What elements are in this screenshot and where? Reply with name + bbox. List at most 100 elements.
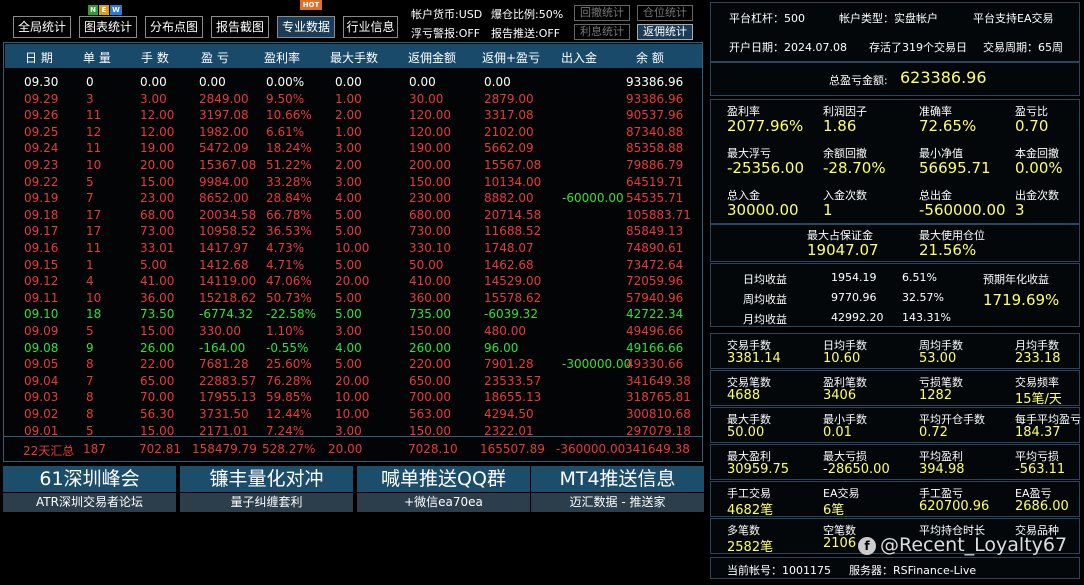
table-row[interactable]: 09.17 17 73.00 10958.52 36.53% 5.00 730.00 1168… <box>4 224 704 240</box>
margin-box: 最大占保证金 19047.07 最大使用仓位 21.56% <box>710 224 1080 262</box>
table-row[interactable]: 09.03 8 70.00 17955.13 59.85% 10.00 700.00 1865… <box>4 390 704 406</box>
table-cell: 11688.52 <box>484 224 542 239</box>
table-cell: 15578.62 <box>484 290 542 305</box>
table-cell: 1982.00 <box>199 124 249 139</box>
daily-avg-label: 日均收益 <box>743 273 787 286</box>
banner-summit[interactable]: 61深圳峰会 <box>3 466 176 492</box>
table-row[interactable]: 09.19 7 23.00 8652.00 28.84% 4.00 230.00 8882.0… <box>4 191 704 207</box>
table-row[interactable]: 09.12 4 41.00 14119.00 47.06% 20.00 410.00 1452… <box>4 274 704 290</box>
table-cell: 90537.96 <box>626 108 684 123</box>
table-cell: 8 <box>86 390 94 405</box>
table-row[interactable]: 09.26 11 12.00 3197.08 10.66% 2.00 120.00 3317.… <box>4 108 704 124</box>
table-cell: -60000.00 <box>562 191 624 206</box>
distribution-chart-button[interactable]: 分布点图 <box>145 16 203 38</box>
table-cell: 5 <box>86 324 94 338</box>
col-date[interactable]: 日 期 <box>25 49 53 66</box>
report-screenshot-button[interactable]: 报告截图 <box>211 16 269 38</box>
banner-summit-sub[interactable]: ATR深圳交易者论坛 <box>3 493 176 512</box>
metric-value: 2686.00 <box>1015 499 1069 514</box>
table-cell: 5.00 <box>335 290 362 305</box>
trade-stats-row: 最大盈利 30959.75 最大亏损 -28650.00 平均盈利 394.98 平均亏损 -… <box>710 444 1080 480</box>
trade-stats-row: 交易笔数 4688 盈利笔数 3406 亏损笔数 1282 交易频率 15笔/天 <box>710 370 1080 407</box>
table-cell: 41.00 <box>140 274 175 289</box>
table-cell: 7901.28 <box>484 357 534 372</box>
metric-value: 0.01 <box>823 425 852 440</box>
float-loss-alert: 浮亏警报:OFF <box>411 27 481 40</box>
industry-info-button[interactable]: 行业信息 <box>343 16 398 38</box>
table-cell: 09.12 <box>24 274 59 289</box>
banner-quant-hedge[interactable]: 镰丰量化对冲 <box>180 466 353 492</box>
table-row[interactable]: 09.08 9 26.00 -164.00 -0.55% 4.00 260.00 96.00 4… <box>4 341 704 357</box>
table-cell: 7681.28 <box>199 357 249 372</box>
metric-value: 30959.75 <box>727 462 790 477</box>
table-row[interactable]: 09.09 5 15.00 330.00 1.10% 3.00 150.00 480.00 49… <box>4 324 704 340</box>
table-cell: 14529.00 <box>484 274 542 289</box>
col-max-lots[interactable]: 最大手数 <box>330 49 378 66</box>
col-lots[interactable]: 手 数 <box>141 49 169 66</box>
table-cell: 9984.00 <box>199 174 249 189</box>
table-cell: 480.00 <box>484 324 526 338</box>
interest-stats-button[interactable]: 利息统计 <box>574 24 630 40</box>
weekly-avg-amount: 9770.96 <box>831 291 877 304</box>
table-row[interactable]: 09.24 11 19.00 5472.09 18.24% 3.00 190.00 5662.… <box>4 141 704 157</box>
table-cell: 85358.88 <box>626 141 684 156</box>
table-row[interactable]: 09.10 18 73.50 -6774.32 -22.58% 5.00 735.00 -60… <box>4 307 704 323</box>
table-cell: 2102.00 <box>484 124 534 139</box>
rebate-stats-button[interactable]: 返佣统计 <box>637 24 693 40</box>
toolbar: N E W HOT 全局统计 图表统计 分布点图 报告截图 专业数据 行业信息 … <box>0 0 704 42</box>
table-cell: 1.00 <box>335 124 362 139</box>
summary-deposit: -360000.00 <box>556 442 626 456</box>
chart-stats-button[interactable]: 图表统计 <box>79 16 137 38</box>
table-row[interactable]: 09.15 1 5.00 1412.68 4.71% 5.00 50.00 1462.68 73… <box>4 258 704 274</box>
col-rebate[interactable]: 返佣金额 <box>408 49 456 66</box>
table-cell: 3731.50 <box>199 407 249 421</box>
table-row[interactable]: 09.23 10 20.00 15367.08 51.22% 2.00 200.00 1556… <box>4 158 704 174</box>
banner-mt4-push[interactable]: MT4推送信息 <box>531 466 704 492</box>
banner-mt4-push-sub[interactable]: 迈汇数据 - 推送家 <box>531 493 704 512</box>
account-number: 当前帐号：1001175 <box>727 564 831 577</box>
table-row[interactable]: 09.16 11 33.01 1417.97 4.73% 10.00 330.10 1748.… <box>4 241 704 257</box>
table-row[interactable]: 09.25 12 12.00 1982.00 6.61% 1.00 120.00 2102.0… <box>4 125 704 141</box>
table-cell: 76.28% <box>266 373 312 388</box>
pro-data-button[interactable]: 专业数据 <box>277 16 335 38</box>
metric-value: 53.00 <box>919 351 957 366</box>
table-cell: 09.24 <box>24 141 59 156</box>
banner-quant-hedge-sub[interactable]: 量子纠缠套利 <box>180 493 353 512</box>
table-cell: 09.10 <box>24 307 59 322</box>
table-row[interactable]: 09.30 0 0.00 0.00 0.00% 0.00 0.00 0.00 93386.96 <box>4 75 704 91</box>
col-pl[interactable]: 盈 亏 <box>201 49 229 66</box>
new-badge-w: W <box>110 5 122 15</box>
global-stats-button[interactable]: 全局统计 <box>13 16 71 38</box>
col-balance[interactable]: 余 额 <box>636 49 664 66</box>
position-stats-button[interactable]: 仓位统计 <box>637 5 693 21</box>
table-row[interactable]: 09.05 8 22.00 7681.28 25.60% 5.00 220.00 7901.2… <box>4 357 704 373</box>
exposure-ratio: 爆仓比例:50% <box>491 8 564 21</box>
table-row[interactable]: 09.11 10 36.00 15218.62 50.73% 5.00 360.00 1557… <box>4 291 704 307</box>
col-rebate-pl[interactable]: 返佣+盈亏 <box>482 49 540 66</box>
drawdown-stats-button[interactable]: 回撤统计 <box>574 5 630 21</box>
table-cell: 4.00 <box>335 191 362 206</box>
metric-value: 2077.96% <box>727 117 804 135</box>
col-orders[interactable]: 单 量 <box>83 49 111 66</box>
table-cell: 57940.96 <box>626 290 684 305</box>
trade-stats-row: 最大手数 50.00 最小手数 0.01 平均开仓手数 0.72 每手平均盈亏 184.37 <box>710 407 1081 443</box>
table-cell: 64519.71 <box>626 174 684 189</box>
table-row[interactable]: 09.22 5 15.00 9984.00 33.28% 3.00 150.00 10134.… <box>4 175 704 191</box>
annual-value: 1719.69% <box>983 291 1060 309</box>
table-cell: 0.00 <box>335 75 362 89</box>
table-row[interactable]: 09.18 17 68.00 20034.58 66.78% 5.00 680.00 2071… <box>4 208 704 224</box>
table-cell: 6.61% <box>266 124 305 139</box>
banner-qq-group-sub[interactable]: +微信ea70ea <box>357 493 530 512</box>
table-cell: 72059.96 <box>626 274 684 289</box>
banner-qq-group[interactable]: 喊单推送QQ群 <box>357 466 530 492</box>
table-cell: 73472.64 <box>626 257 684 272</box>
col-deposit[interactable]: 出入金 <box>561 49 597 66</box>
table-cell: 10.00 <box>335 390 370 405</box>
table-row[interactable]: 09.02 8 56.30 3731.50 12.44% 10.00 563.00 4294.… <box>4 407 704 423</box>
table-cell: 74890.61 <box>626 241 684 255</box>
table-row[interactable]: 09.29 3 3.00 2849.00 9.50% 1.00 30.00 2879.00 93… <box>4 92 704 108</box>
table-cell: 49330.66 <box>626 357 684 372</box>
col-profit-rate[interactable]: 盈利率 <box>264 49 300 66</box>
table-cell: 120.00 <box>409 124 451 139</box>
table-row[interactable]: 09.04 7 65.00 22883.57 76.28% 20.00 650.00 2353… <box>4 374 704 390</box>
